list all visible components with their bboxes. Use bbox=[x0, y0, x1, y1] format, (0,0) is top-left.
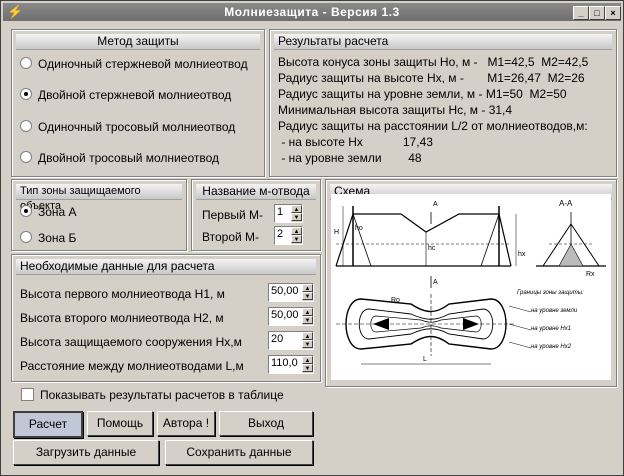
result-line: Радиус защиты на высоте Нх, м - М1=26,47… bbox=[278, 71, 585, 85]
spin-down-icon[interactable]: ▼ bbox=[291, 213, 302, 221]
save-data-button[interactable]: Сохранить данные bbox=[165, 440, 313, 465]
spin-down-icon[interactable]: ▼ bbox=[302, 340, 313, 348]
results-title: Результаты расчета bbox=[274, 34, 612, 50]
maximize-button[interactable]: □ bbox=[589, 6, 605, 20]
results-panel: Результаты расчета Высота конуса зоны за… bbox=[269, 29, 617, 177]
method-option-double-rod[interactable]: Двойной стержневой молниеотвод bbox=[20, 88, 231, 102]
input-data-panel: Необходимые данные для расчета Высота пе… bbox=[11, 254, 321, 382]
first-rod-value: 1 bbox=[277, 206, 284, 218]
show-table-checkbox[interactable]: Показывать результаты расчетов в таблице bbox=[21, 388, 284, 402]
dim-hc-label: hс bbox=[428, 245, 436, 252]
result-line: Радиус защиты на уровне земли, м - М1=50… bbox=[278, 87, 567, 101]
height-h1-label: Высота первого молниеотвода Н1, м bbox=[20, 287, 225, 301]
minimize-button[interactable]: _ bbox=[573, 6, 589, 20]
radio-icon bbox=[20, 120, 32, 132]
method-option-label: Одиночный тросовый молниеотвод bbox=[38, 120, 236, 134]
zone-a-radio[interactable]: Зона А bbox=[20, 205, 77, 219]
calc-button[interactable]: Расчет bbox=[13, 411, 83, 438]
input-data-title: Необходимые данные для расчета bbox=[16, 259, 316, 275]
height-h1-input[interactable]: 50,00 ▲ ▼ bbox=[268, 283, 314, 302]
legend-item-ground: на уровне земли bbox=[531, 308, 578, 314]
dim-h-label: Н bbox=[334, 229, 339, 236]
height-h1-value: 50,00 bbox=[271, 285, 299, 297]
result-line: Минимальная высота защиты Нс, м - 31,4 bbox=[278, 103, 513, 117]
checkbox-icon bbox=[21, 388, 34, 401]
zone-b-radio[interactable]: Зона Б bbox=[20, 231, 76, 245]
radio-checked-icon bbox=[20, 88, 32, 100]
dim-rx-label: Rх bbox=[586, 271, 595, 278]
method-option-double-cable[interactable]: Двойной тросовый молниеотвод bbox=[20, 151, 219, 165]
method-option-label: Двойной стержневой молниеотвод bbox=[38, 88, 232, 102]
radio-checked-icon bbox=[20, 205, 32, 217]
authors-button[interactable]: Автора ! bbox=[157, 411, 215, 436]
first-rod-label: Первый М- bbox=[202, 208, 264, 222]
distance-input[interactable]: 110,0 ▲ ▼ bbox=[268, 355, 314, 374]
distance-value: 110,0 bbox=[271, 357, 298, 369]
method-option-label: Двойной тросовый молниеотвод bbox=[38, 151, 219, 165]
method-option-single-rod[interactable]: Одиночный стержневой молниеотвод bbox=[20, 57, 248, 71]
legend-item-hx1: на уровне Нх1 bbox=[531, 326, 571, 332]
dim-ho-label: hо bbox=[355, 225, 363, 232]
legend-title: Границы зоны защиты: bbox=[517, 290, 584, 296]
section-marker-top: А bbox=[433, 201, 438, 208]
radio-icon bbox=[20, 57, 32, 69]
spin-up-icon[interactable]: ▲ bbox=[302, 332, 313, 340]
radio-icon bbox=[20, 151, 32, 163]
spin-up-icon[interactable]: ▲ bbox=[302, 356, 313, 364]
spin-up-icon[interactable]: ▲ bbox=[291, 227, 302, 235]
height-h2-label: Высота второго молниеотвода Н2, м bbox=[20, 311, 224, 325]
spin-down-icon[interactable]: ▼ bbox=[291, 235, 302, 243]
schema-svg: А А Н hо hс hх А-А Rх L Rо Границы зоны … bbox=[334, 199, 606, 365]
height-h2-input[interactable]: 50,00 ▲ ▼ bbox=[268, 307, 314, 326]
second-rod-label: Второй М- bbox=[202, 230, 260, 244]
window-title: Молниезащита - Версия 1.3 bbox=[224, 5, 400, 19]
rod-names-title: Название м-отвода bbox=[196, 184, 316, 200]
close-button[interactable]: × bbox=[605, 6, 621, 20]
show-table-label: Показывать результаты расчетов в таблице bbox=[40, 388, 284, 402]
second-rod-spinner[interactable]: 2 ▲ ▼ bbox=[274, 226, 303, 245]
spin-up-icon[interactable]: ▲ bbox=[302, 284, 313, 292]
result-line: - на уровне земли 48 bbox=[278, 151, 422, 165]
dim-ro-label: Rо bbox=[391, 297, 400, 304]
spin-up-icon[interactable]: ▲ bbox=[302, 308, 313, 316]
rod-names-panel: Название м-отвода Первый М- 1 ▲ ▼ Второй … bbox=[191, 179, 321, 251]
result-line: - на высоте Нх 17,43 bbox=[278, 135, 433, 149]
schema-drawing: А А Н hо hс hх А-А Rх L Rо Границы зоны … bbox=[331, 194, 611, 380]
result-line: Радиус защиты на расстоянии L/2 от молни… bbox=[278, 119, 588, 133]
exit-button[interactable]: Выход bbox=[219, 411, 313, 436]
second-rod-value: 2 bbox=[277, 228, 284, 240]
first-rod-spinner[interactable]: 1 ▲ ▼ bbox=[274, 204, 303, 223]
spin-down-icon[interactable]: ▼ bbox=[302, 292, 313, 300]
title-bar[interactable]: ⚡ Молниезащита - Версия 1.3 _ □ × bbox=[3, 3, 621, 21]
spin-down-icon[interactable]: ▼ bbox=[302, 316, 313, 324]
help-button[interactable]: Помощь bbox=[87, 411, 153, 436]
method-panel: Метод защиты Одиночный стержневой молние… bbox=[11, 29, 265, 177]
structure-height-input[interactable]: 20 ▲ ▼ bbox=[268, 331, 314, 350]
height-h2-value: 50,00 bbox=[271, 309, 299, 321]
spin-down-icon[interactable]: ▼ bbox=[302, 364, 313, 372]
structure-height-label: Высота защищаемого сооружения Нх,м bbox=[20, 335, 242, 349]
method-title: Метод защиты bbox=[16, 34, 260, 50]
dim-l-label: L bbox=[423, 356, 427, 363]
distance-label: Расстояние между молниеотводами L,м bbox=[20, 359, 244, 373]
zone-type-title: Тип зоны защищаемого объекта bbox=[16, 184, 182, 212]
spin-up-icon[interactable]: ▲ bbox=[291, 205, 302, 213]
section-marker-bottom: А bbox=[433, 279, 438, 286]
load-data-button[interactable]: Загрузить данные bbox=[13, 440, 159, 465]
dim-hx-label: hх bbox=[518, 251, 526, 258]
section-a-a-label: А-А bbox=[559, 199, 573, 208]
legend-item-hx2: на уровне Нх2 bbox=[531, 344, 572, 350]
zone-option-label: Зона А bbox=[38, 205, 77, 219]
structure-height-value: 20 bbox=[271, 333, 284, 345]
zone-type-panel: Тип зоны защищаемого объекта Зона А Зона… bbox=[11, 179, 187, 251]
method-option-label: Одиночный стержневой молниеотвод bbox=[38, 57, 248, 71]
radio-icon bbox=[20, 231, 32, 243]
method-option-single-cable[interactable]: Одиночный тросовый молниеотвод bbox=[20, 120, 235, 134]
result-line: Высота конуса зоны защиты Но, м - М1=42,… bbox=[278, 55, 589, 69]
main-window: ⚡ Молниезащита - Версия 1.3 _ □ × Метод … bbox=[0, 0, 624, 476]
zone-option-label: Зона Б bbox=[38, 231, 77, 245]
